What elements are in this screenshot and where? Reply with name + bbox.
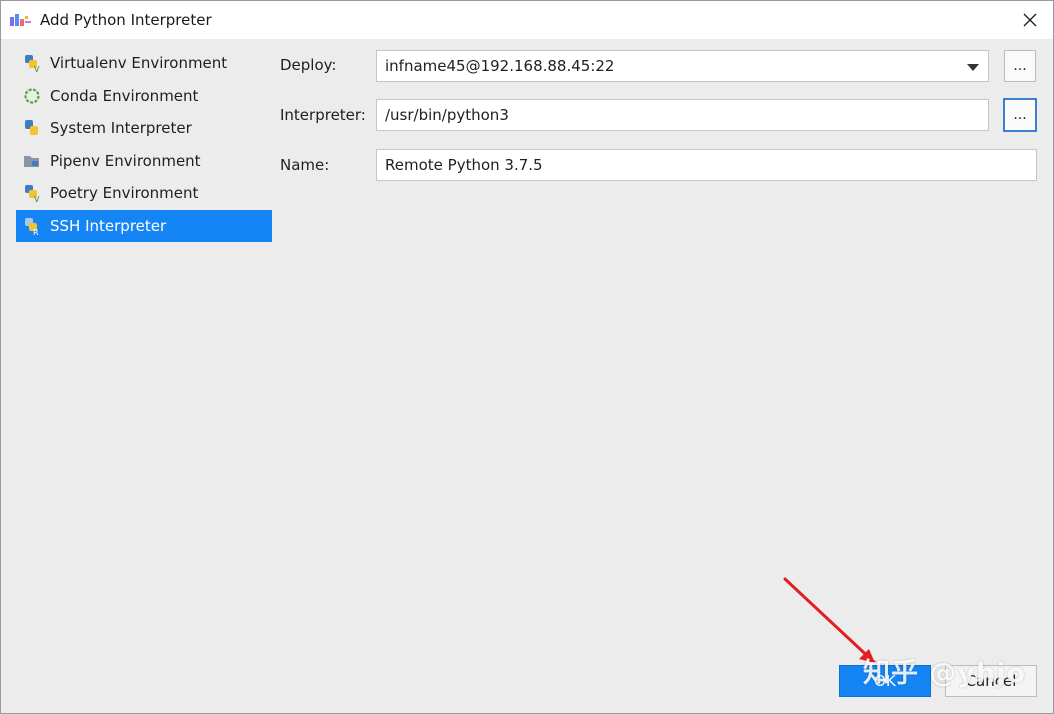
- python-icon: [25, 120, 38, 136]
- env-item-label: SSH Interpreter: [50, 216, 167, 235]
- name-field[interactable]: Remote Python 3.7.5: [376, 149, 1037, 181]
- env-item-system-interpreter[interactable]: System Interpreter: [16, 112, 272, 145]
- deploy-value: infname45@192.168.88.45:22: [385, 57, 615, 75]
- virtualenv-python-icon: V: [25, 55, 40, 73]
- pycharm-app-icon: [10, 14, 31, 26]
- deploy-dropdown[interactable]: infname45@192.168.88.45:22: [376, 50, 989, 82]
- chevron-down-icon: [967, 64, 979, 71]
- env-item-pipenv[interactable]: Pipenv Environment: [16, 145, 272, 178]
- dialog-title: Add Python Interpreter: [40, 11, 212, 29]
- interpreter-path-field[interactable]: /usr/bin/python3: [376, 99, 989, 131]
- name-label: Name:: [280, 156, 330, 174]
- env-item-label: Poetry Environment: [50, 184, 199, 203]
- close-icon: [1023, 13, 1037, 27]
- poetry-python-icon: V: [25, 185, 40, 203]
- interpreter-path-value: /usr/bin/python3: [385, 106, 509, 124]
- close-button[interactable]: [1007, 1, 1053, 39]
- cancel-button[interactable]: Cancel: [945, 665, 1037, 697]
- pipenv-icon: [24, 155, 39, 167]
- env-item-virtualenv[interactable]: V Virtualenv Environment: [16, 47, 272, 80]
- deploy-label: Deploy:: [280, 56, 337, 74]
- add-python-interpreter-dialog: Add Python Interpreter V Virtualenv Envi…: [0, 0, 1054, 714]
- svg-text:V: V: [34, 65, 40, 73]
- env-item-label: Pipenv Environment: [50, 151, 201, 170]
- env-item-label: System Interpreter: [50, 119, 192, 138]
- env-item-poetry[interactable]: V Poetry Environment: [16, 177, 272, 210]
- svg-text:R: R: [33, 228, 39, 236]
- ok-button[interactable]: OK: [839, 665, 931, 697]
- env-item-ssh-interpreter[interactable]: R SSH Interpreter: [16, 209, 272, 242]
- svg-text:V: V: [34, 195, 40, 203]
- env-item-label: Virtualenv Environment: [50, 54, 228, 73]
- title-bar: Add Python Interpreter: [1, 1, 1053, 39]
- interpreter-label: Interpreter:: [280, 106, 366, 124]
- interpreter-browse-button[interactable]: ...: [1003, 98, 1037, 132]
- deploy-browse-button[interactable]: ...: [1004, 50, 1036, 82]
- env-item-label: Conda Environment: [50, 86, 199, 105]
- conda-icon: [24, 88, 40, 104]
- ssh-python-icon: R: [25, 217, 39, 236]
- environment-type-list: V Virtualenv Environment Conda Environme…: [16, 47, 272, 242]
- env-item-conda[interactable]: Conda Environment: [16, 80, 272, 113]
- name-value: Remote Python 3.7.5: [385, 156, 543, 174]
